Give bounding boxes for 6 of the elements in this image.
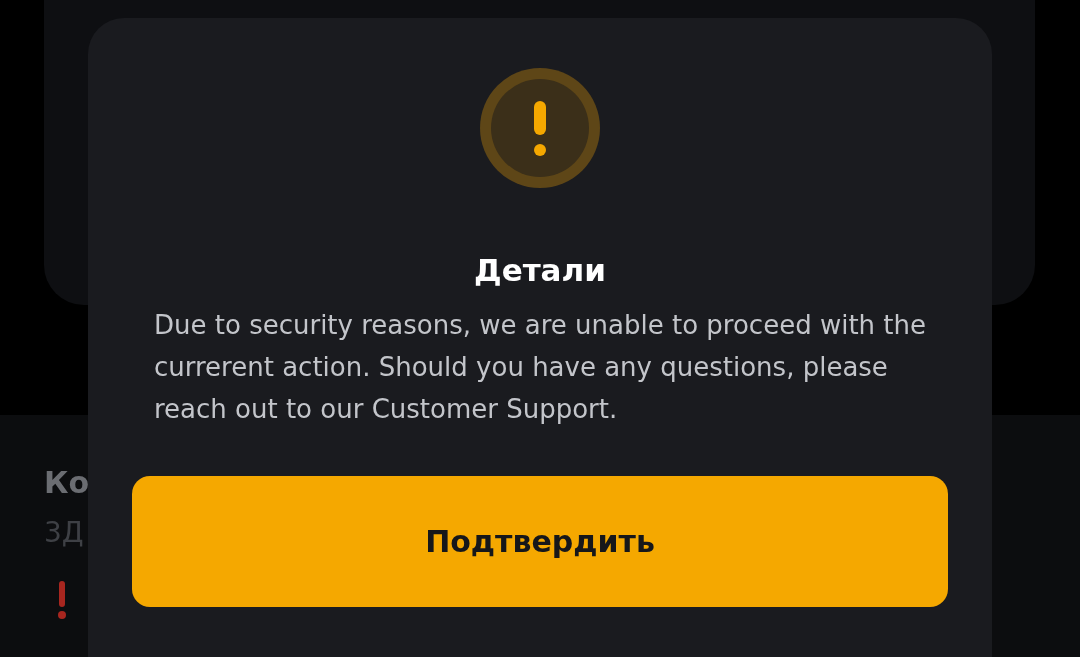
- exclamation-icon: [56, 581, 68, 621]
- section-title: Ко: [44, 464, 90, 502]
- warning-icon: [480, 68, 600, 188]
- dialog-title: Детали: [474, 251, 606, 290]
- dialog-message: Due to security reasons, we are unable to proceed with the currerent action. Should you have any questions, please reach out to our Customer Support.: [154, 309, 926, 426]
- confirm-button[interactable]: Подтвердить: [132, 476, 948, 607]
